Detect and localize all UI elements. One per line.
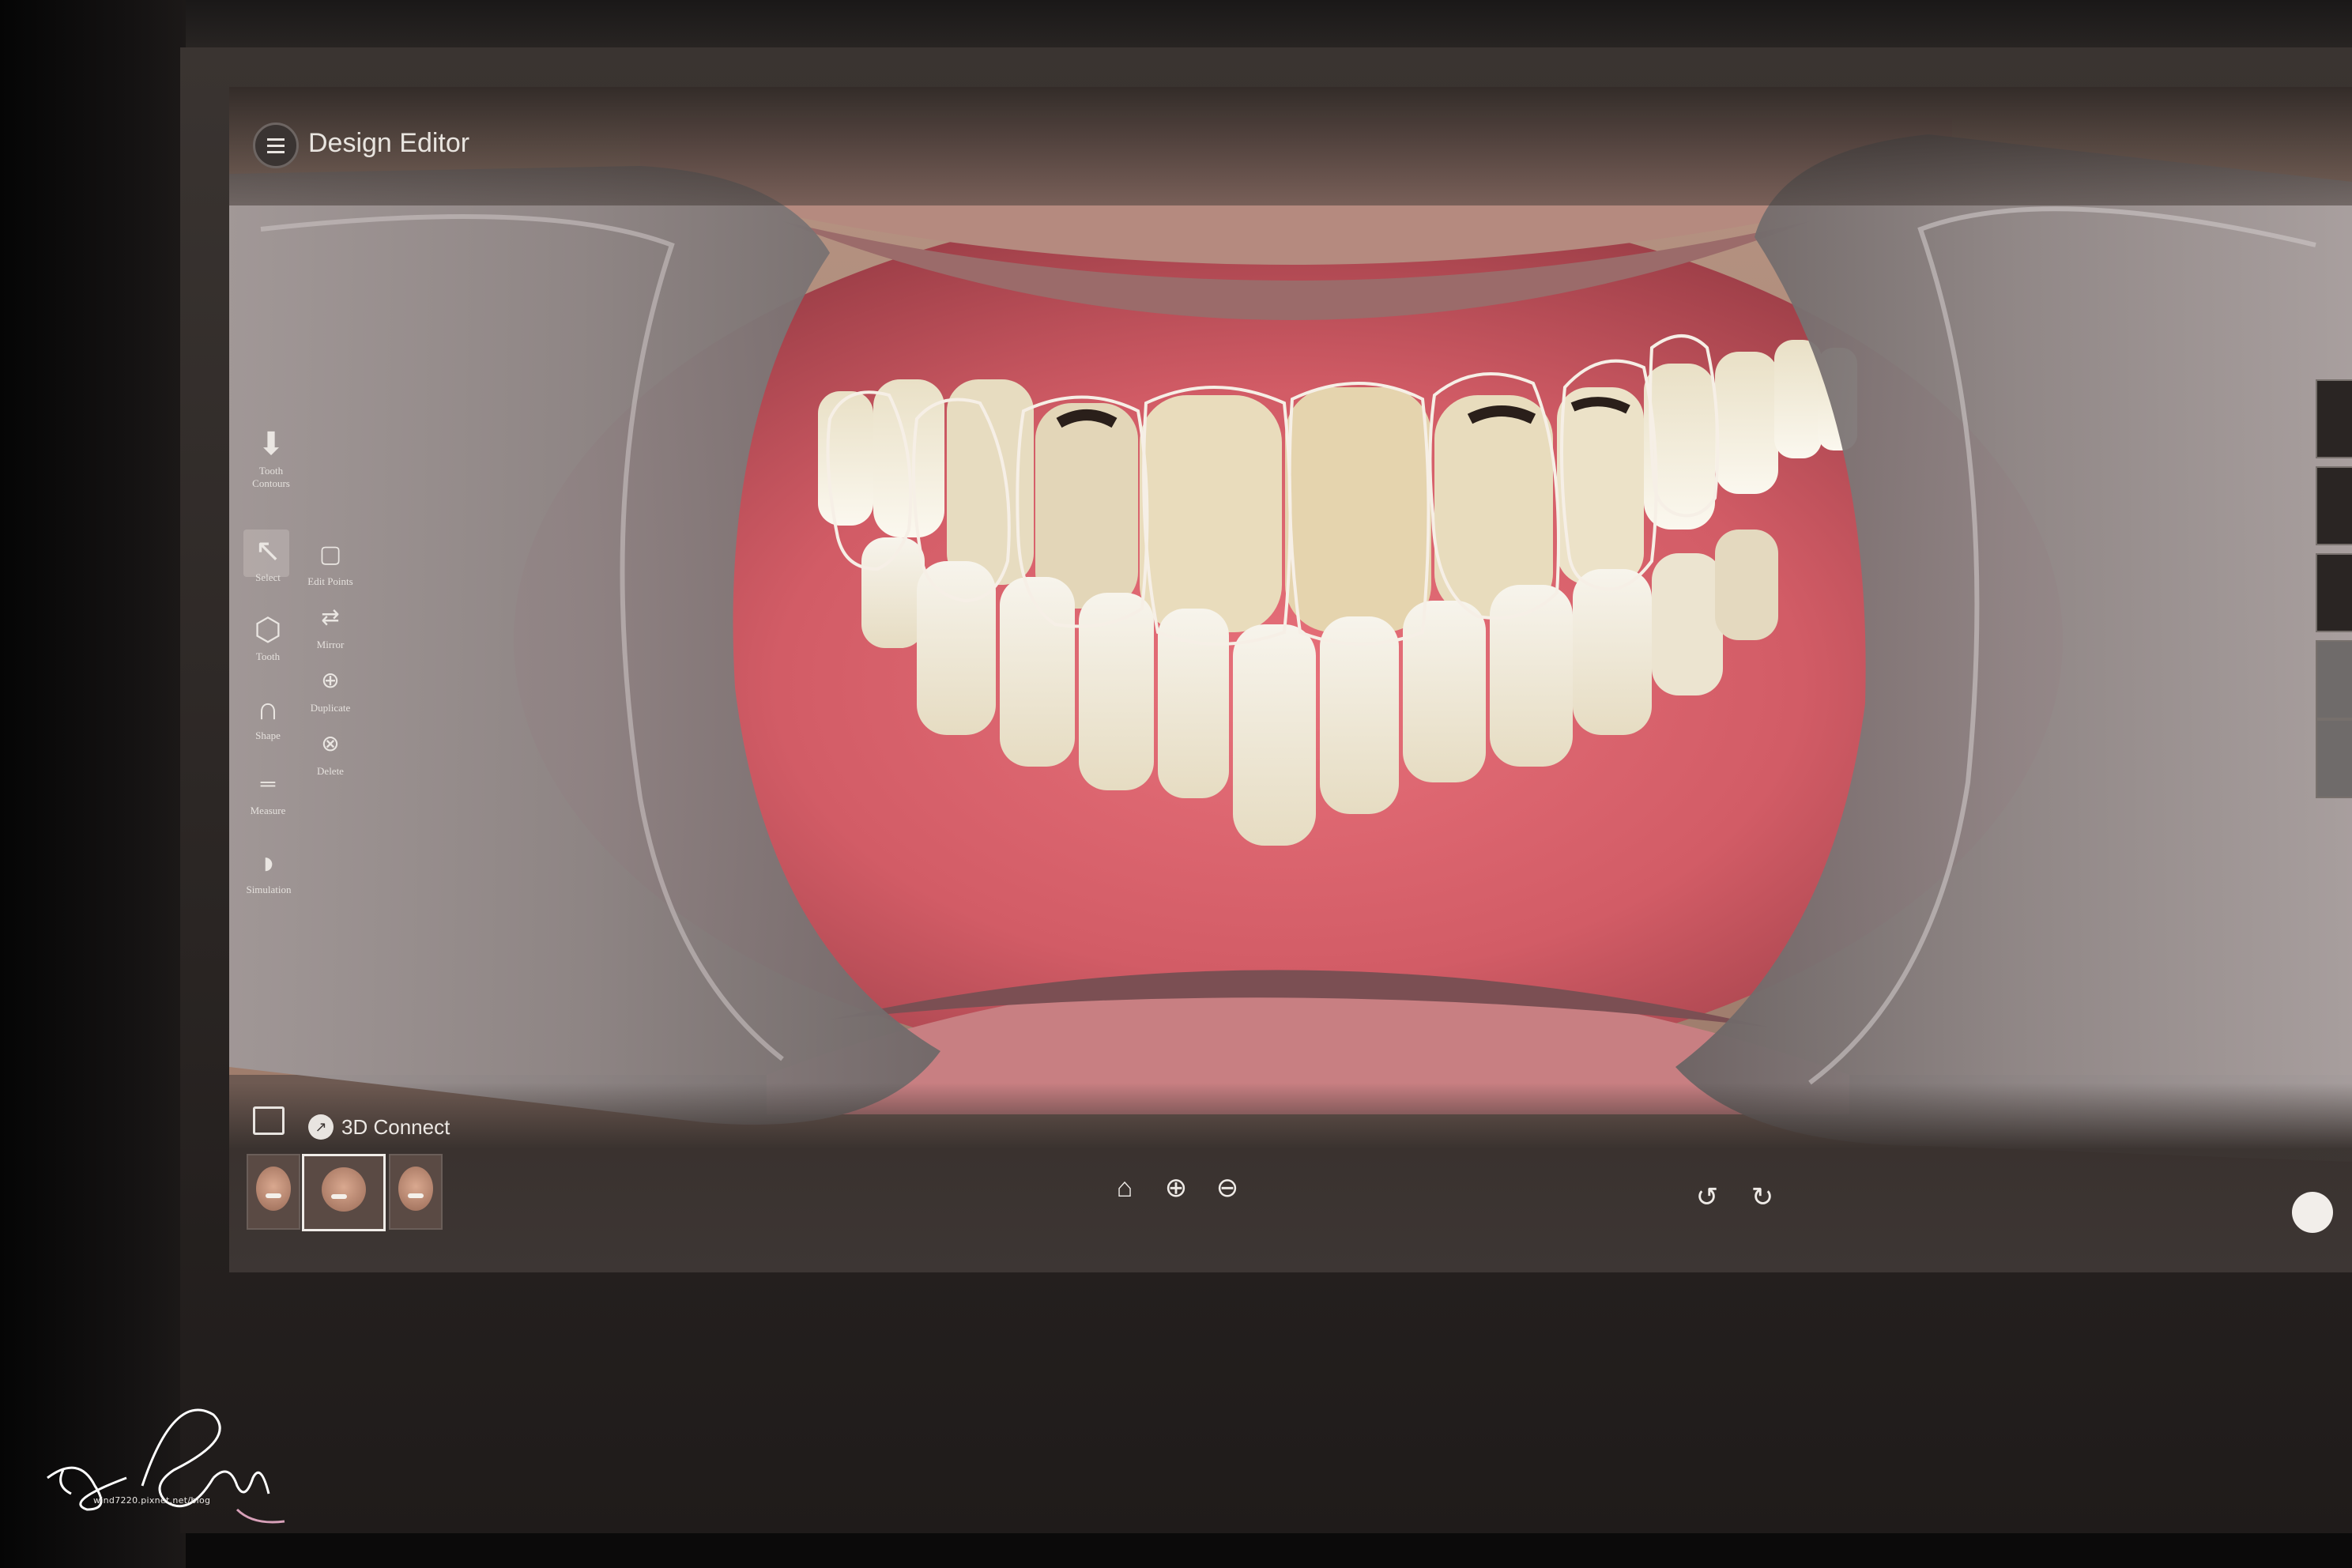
- tool-select-label: Select: [255, 571, 281, 583]
- tool-edit-points-label: Edit Points: [307, 575, 353, 587]
- 3d-connect-icon: ↗: [308, 1114, 334, 1140]
- mirror-icon: ⇄: [321, 605, 340, 630]
- watermark-signature: [47, 1408, 285, 1524]
- duplicate-icon: ⊕: [321, 669, 340, 693]
- bottom-bar: [229, 1083, 2352, 1272]
- tool-measure[interactable]: ═ Measure: [240, 767, 296, 817]
- redo-icon[interactable]: ↻: [1747, 1182, 1778, 1213]
- zoom-fit-icon[interactable]: ⌂: [1106, 1170, 1143, 1206]
- tool-select[interactable]: ↖ Select: [245, 533, 291, 584]
- app-header: Design Editor: [229, 87, 2352, 205]
- photo-thumbnail-3[interactable]: [389, 1154, 443, 1230]
- tool-tooth-contours[interactable]: ⬇ Tooth Contours: [243, 427, 299, 490]
- tool-simulation[interactable]: ◗ Simulation: [237, 846, 300, 896]
- shape-arc-icon: ∩: [256, 691, 280, 726]
- tool-shape-label: Shape: [255, 729, 281, 741]
- 3d-connect-button[interactable]: ↗ 3D Connect: [308, 1114, 450, 1140]
- right-rail-photo[interactable]: [2316, 466, 2352, 545]
- tool-tooth-label: Tooth: [255, 650, 281, 662]
- tooth-contours-icon: ⬇: [258, 426, 285, 462]
- tool-duplicate-label: Duplicate: [310, 702, 351, 714]
- design-editor-window: Design Editor ⬇ Tooth Contours ↖ Select …: [229, 87, 2352, 1272]
- zoom-out-icon[interactable]: ⊖: [1209, 1170, 1246, 1206]
- tool-tooth[interactable]: ⬡ Tooth: [245, 612, 291, 663]
- status-dot: [2292, 1192, 2333, 1233]
- tool-tooth-contours-label: Tooth Contours: [252, 465, 290, 489]
- tool-shape[interactable]: ∩ Shape: [245, 692, 291, 742]
- photo-thumbnail-1[interactable]: [247, 1154, 300, 1230]
- undo-icon[interactable]: ↺: [1691, 1182, 1723, 1213]
- tool-delete[interactable]: ⊗ Delete: [303, 727, 357, 778]
- edit-points-icon: ▢: [318, 541, 342, 567]
- tool-measure-label: Measure: [250, 805, 286, 816]
- ruler-icon: ═: [260, 772, 276, 795]
- watermark-url: wind7220.pixnet.net/blog: [93, 1495, 211, 1506]
- pointer-icon: ↖: [254, 533, 281, 568]
- tool-duplicate[interactable]: ⊕ Duplicate: [302, 664, 359, 714]
- app-title: Design Editor: [308, 128, 470, 158]
- tool-mirror[interactable]: ⇄ Mirror: [303, 601, 357, 651]
- menu-icon[interactable]: [253, 122, 299, 168]
- right-rail-template[interactable]: [2316, 553, 2352, 632]
- tool-simulation-label: Simulation: [246, 884, 292, 895]
- right-rail-layers[interactable]: [2316, 379, 2352, 458]
- tool-delete-label: Delete: [317, 765, 344, 777]
- 3d-connect-label: 3D Connect: [341, 1114, 450, 1139]
- room-background-left: [0, 0, 186, 1568]
- right-rail-pattern-2[interactable]: [2316, 719, 2352, 798]
- tooth-icon: ⬡: [254, 612, 282, 647]
- folder-icon[interactable]: [253, 1106, 285, 1135]
- delete-icon: ⊗: [321, 732, 340, 756]
- tool-edit-points[interactable]: ▢ Edit Points: [302, 537, 359, 588]
- right-rail-pattern-1[interactable]: [2316, 640, 2352, 719]
- zoom-in-icon[interactable]: ⊕: [1158, 1170, 1194, 1206]
- simulation-tooth-icon: ◗: [258, 845, 279, 880]
- tool-mirror-label: Mirror: [316, 639, 345, 650]
- photo-thumbnail-2[interactable]: [302, 1154, 386, 1231]
